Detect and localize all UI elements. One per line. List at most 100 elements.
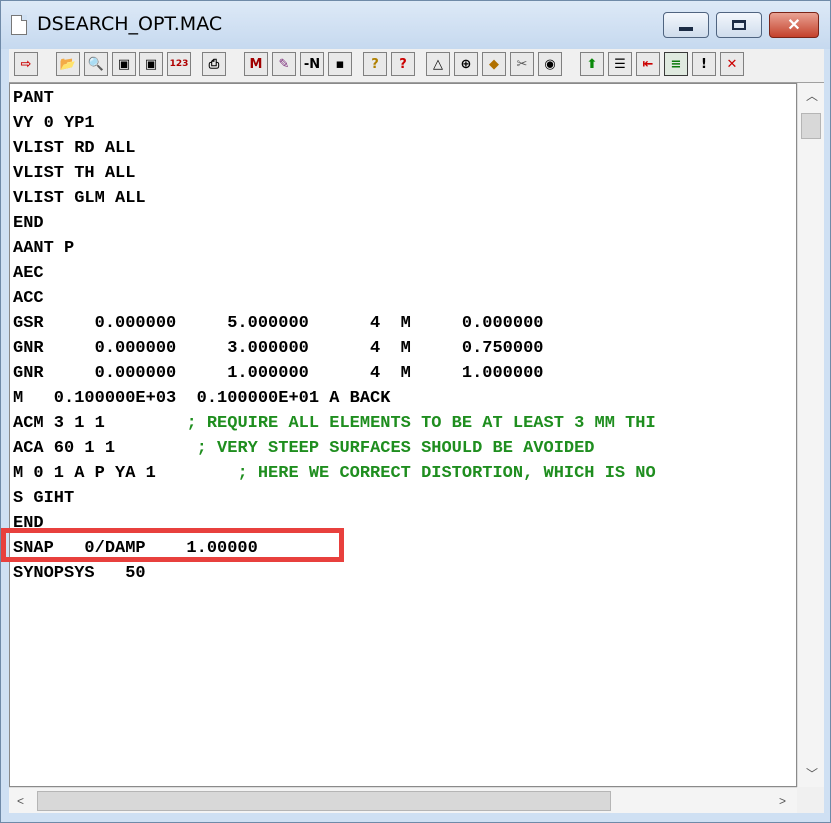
context-help-button[interactable]: ? bbox=[391, 52, 415, 76]
scrollbar-corner bbox=[797, 787, 824, 813]
code-text: GNR 0.000000 3.000000 4 M 0.750000 bbox=[13, 339, 544, 358]
title-bar[interactable]: DSEARCH_OPT.MAC ✕ bbox=[1, 1, 830, 49]
insert-button[interactable]: ▪ bbox=[328, 52, 352, 76]
horizontal-scroll-thumb[interactable] bbox=[37, 791, 611, 811]
code-text: SYNOPSYS 50 bbox=[13, 564, 146, 583]
save-button[interactable]: ▣ bbox=[112, 52, 136, 76]
n-minus-button[interactable]: -N bbox=[300, 52, 324, 76]
code-text: GSR 0.000000 5.000000 4 M 0.000000 bbox=[13, 314, 544, 333]
indent-icon: ☰ bbox=[614, 56, 626, 72]
code-text: END bbox=[13, 214, 44, 233]
help-icon: ? bbox=[371, 56, 379, 72]
open-folder-button[interactable]: 📂 bbox=[56, 52, 80, 76]
outdent-icon: ⇤ bbox=[642, 56, 654, 72]
code-line: ACC bbox=[13, 287, 44, 311]
target-button[interactable]: ⊕ bbox=[454, 52, 478, 76]
save-as-button[interactable]: ▣ bbox=[139, 52, 163, 76]
vertical-scroll-thumb[interactable] bbox=[801, 113, 821, 139]
target-icon: ⊕ bbox=[460, 56, 472, 72]
scroll-down-arrow-icon[interactable]: ﹀ bbox=[806, 767, 818, 781]
up-arrow-button[interactable]: ⬆ bbox=[580, 52, 604, 76]
equal-lines-button[interactable]: ≡ bbox=[664, 52, 688, 76]
minimize-button[interactable] bbox=[663, 12, 709, 38]
code-comment: ; HERE WE CORRECT DISTORTION, WHICH IS N… bbox=[237, 464, 656, 483]
line-number-button[interactable]: 123 bbox=[167, 52, 191, 76]
code-text: VY 0 YP1 bbox=[13, 114, 95, 133]
equal-lines-icon: ≡ bbox=[670, 56, 682, 72]
wrench-icon: ✂ bbox=[516, 56, 528, 72]
code-comment: ; VERY STEEP SURFACES SHOULD BE AVOIDED bbox=[196, 439, 595, 458]
exit-icon: ⇨ bbox=[20, 56, 32, 72]
context-help-icon: ? bbox=[399, 56, 407, 72]
code-line: M 0.100000E+03 0.100000E+01 A BACK bbox=[13, 387, 390, 411]
eye-button[interactable]: ◉ bbox=[538, 52, 562, 76]
code-comment: ; REQUIRE ALL ELEMENTS TO BE AT LEAST 3 … bbox=[186, 414, 656, 433]
code-line: GNR 0.000000 3.000000 4 M 0.750000 bbox=[13, 337, 544, 361]
code-text: ACA 60 1 1 bbox=[13, 439, 197, 458]
horizontal-scrollbar[interactable]: < > bbox=[9, 787, 797, 813]
code-line: AANT P bbox=[13, 237, 74, 261]
find-button[interactable]: 🔍 bbox=[84, 52, 108, 76]
macro-editor-window: DSEARCH_OPT.MAC ✕ ⇨ 📂 🔍 ▣ ▣ 123 ⎙ M ✎ -N ▪?? △ ⊕ ◆ ✂ ◉ ⬆… bbox=[0, 0, 831, 823]
code-line: PANT bbox=[13, 87, 54, 111]
box-icon: ◆ bbox=[489, 56, 499, 72]
cancel-x-button[interactable]: ✕ bbox=[720, 52, 744, 76]
document-icon bbox=[11, 15, 27, 35]
outdent-button[interactable]: ⇤ bbox=[636, 52, 660, 76]
open-folder-icon: 📂 bbox=[59, 56, 77, 72]
code-text: ACC bbox=[13, 289, 44, 308]
code-line: GSR 0.000000 5.000000 4 M 0.000000 bbox=[13, 312, 544, 336]
triangle-icon: △ bbox=[433, 56, 443, 72]
scroll-up-arrow-icon[interactable]: ︿ bbox=[806, 89, 818, 103]
scroll-right-arrow-icon[interactable]: > bbox=[779, 794, 786, 808]
find-icon: 🔍 bbox=[87, 56, 105, 72]
scroll-left-arrow-icon[interactable]: < bbox=[17, 794, 24, 808]
macro-edit-icon: ✎ bbox=[278, 56, 290, 72]
close-icon: ✕ bbox=[787, 17, 801, 34]
insert-icon: ▪ bbox=[335, 56, 345, 72]
maximize-icon bbox=[732, 20, 746, 30]
code-text: M 0 1 A P YA 1 bbox=[13, 464, 238, 483]
wrench-button[interactable]: ✂ bbox=[510, 52, 534, 76]
up-arrow-icon: ⬆ bbox=[586, 56, 598, 72]
indent-button[interactable]: ☰ bbox=[608, 52, 632, 76]
exit-button[interactable]: ⇨ bbox=[14, 52, 38, 76]
code-line: VLIST RD ALL bbox=[13, 137, 135, 161]
close-button[interactable]: ✕ bbox=[769, 12, 819, 38]
box-button[interactable]: ◆ bbox=[482, 52, 506, 76]
code-text: VLIST GLM ALL bbox=[13, 189, 146, 208]
maximize-button[interactable] bbox=[716, 12, 762, 38]
exclamation-icon: ! bbox=[701, 56, 707, 72]
code-line: SYNOPSYS 50 bbox=[13, 562, 146, 586]
code-text: AANT P bbox=[13, 239, 75, 258]
macro-edit-button[interactable]: ✎ bbox=[272, 52, 296, 76]
print-button[interactable]: ⎙ bbox=[202, 52, 226, 76]
highlight-annotation-box bbox=[1, 528, 344, 562]
code-line: VLIST GLM ALL bbox=[13, 187, 146, 211]
code-text: VLIST RD ALL bbox=[13, 139, 136, 158]
code-text: S GIHT bbox=[13, 489, 75, 508]
exclamation-button[interactable]: ! bbox=[692, 52, 716, 76]
save-as-icon: ▣ bbox=[144, 56, 158, 72]
code-text: VLIST TH ALL bbox=[13, 164, 136, 183]
triangle-button[interactable]: △ bbox=[426, 52, 450, 76]
macro-m-button[interactable]: M bbox=[244, 52, 268, 76]
toolbar: ⇨ 📂 🔍 ▣ ▣ 123 ⎙ M ✎ -N ▪?? △ ⊕ ◆ ✂ ◉ ⬆ ☰ ⇤ ≡! ✕ bbox=[9, 49, 824, 83]
print-icon: ⎙ bbox=[208, 56, 220, 72]
code-line: GNR 0.000000 1.000000 4 M 1.000000 bbox=[13, 362, 544, 386]
code-line: ACM 3 1 1 ; REQUIRE ALL ELEMENTS TO BE A… bbox=[13, 412, 656, 436]
code-line: M 0 1 A P YA 1 ; HERE WE CORRECT DISTORT… bbox=[13, 462, 656, 486]
code-line: END bbox=[13, 212, 44, 236]
window-title: DSEARCH_OPT.MAC bbox=[37, 13, 223, 35]
help-button[interactable]: ? bbox=[363, 52, 387, 76]
line-number-icon: 123 bbox=[169, 59, 189, 69]
save-icon: ▣ bbox=[117, 56, 131, 72]
n-minus-icon: -N bbox=[303, 56, 321, 72]
text-editor[interactable]: PANT VY 0 YP1 VLIST RD ALL VLIST TH ALL VLIS… bbox=[9, 83, 797, 787]
code-line: ACA 60 1 1 ; VERY STEEP SURFACES SHOULD … bbox=[13, 437, 595, 461]
code-text: AEC bbox=[13, 264, 44, 283]
eye-icon: ◉ bbox=[544, 56, 556, 72]
minimize-icon bbox=[679, 27, 693, 31]
code-text: GNR 0.000000 1.000000 4 M 1.000000 bbox=[13, 364, 544, 383]
vertical-scrollbar[interactable]: ︿ ﹀ bbox=[797, 83, 824, 787]
